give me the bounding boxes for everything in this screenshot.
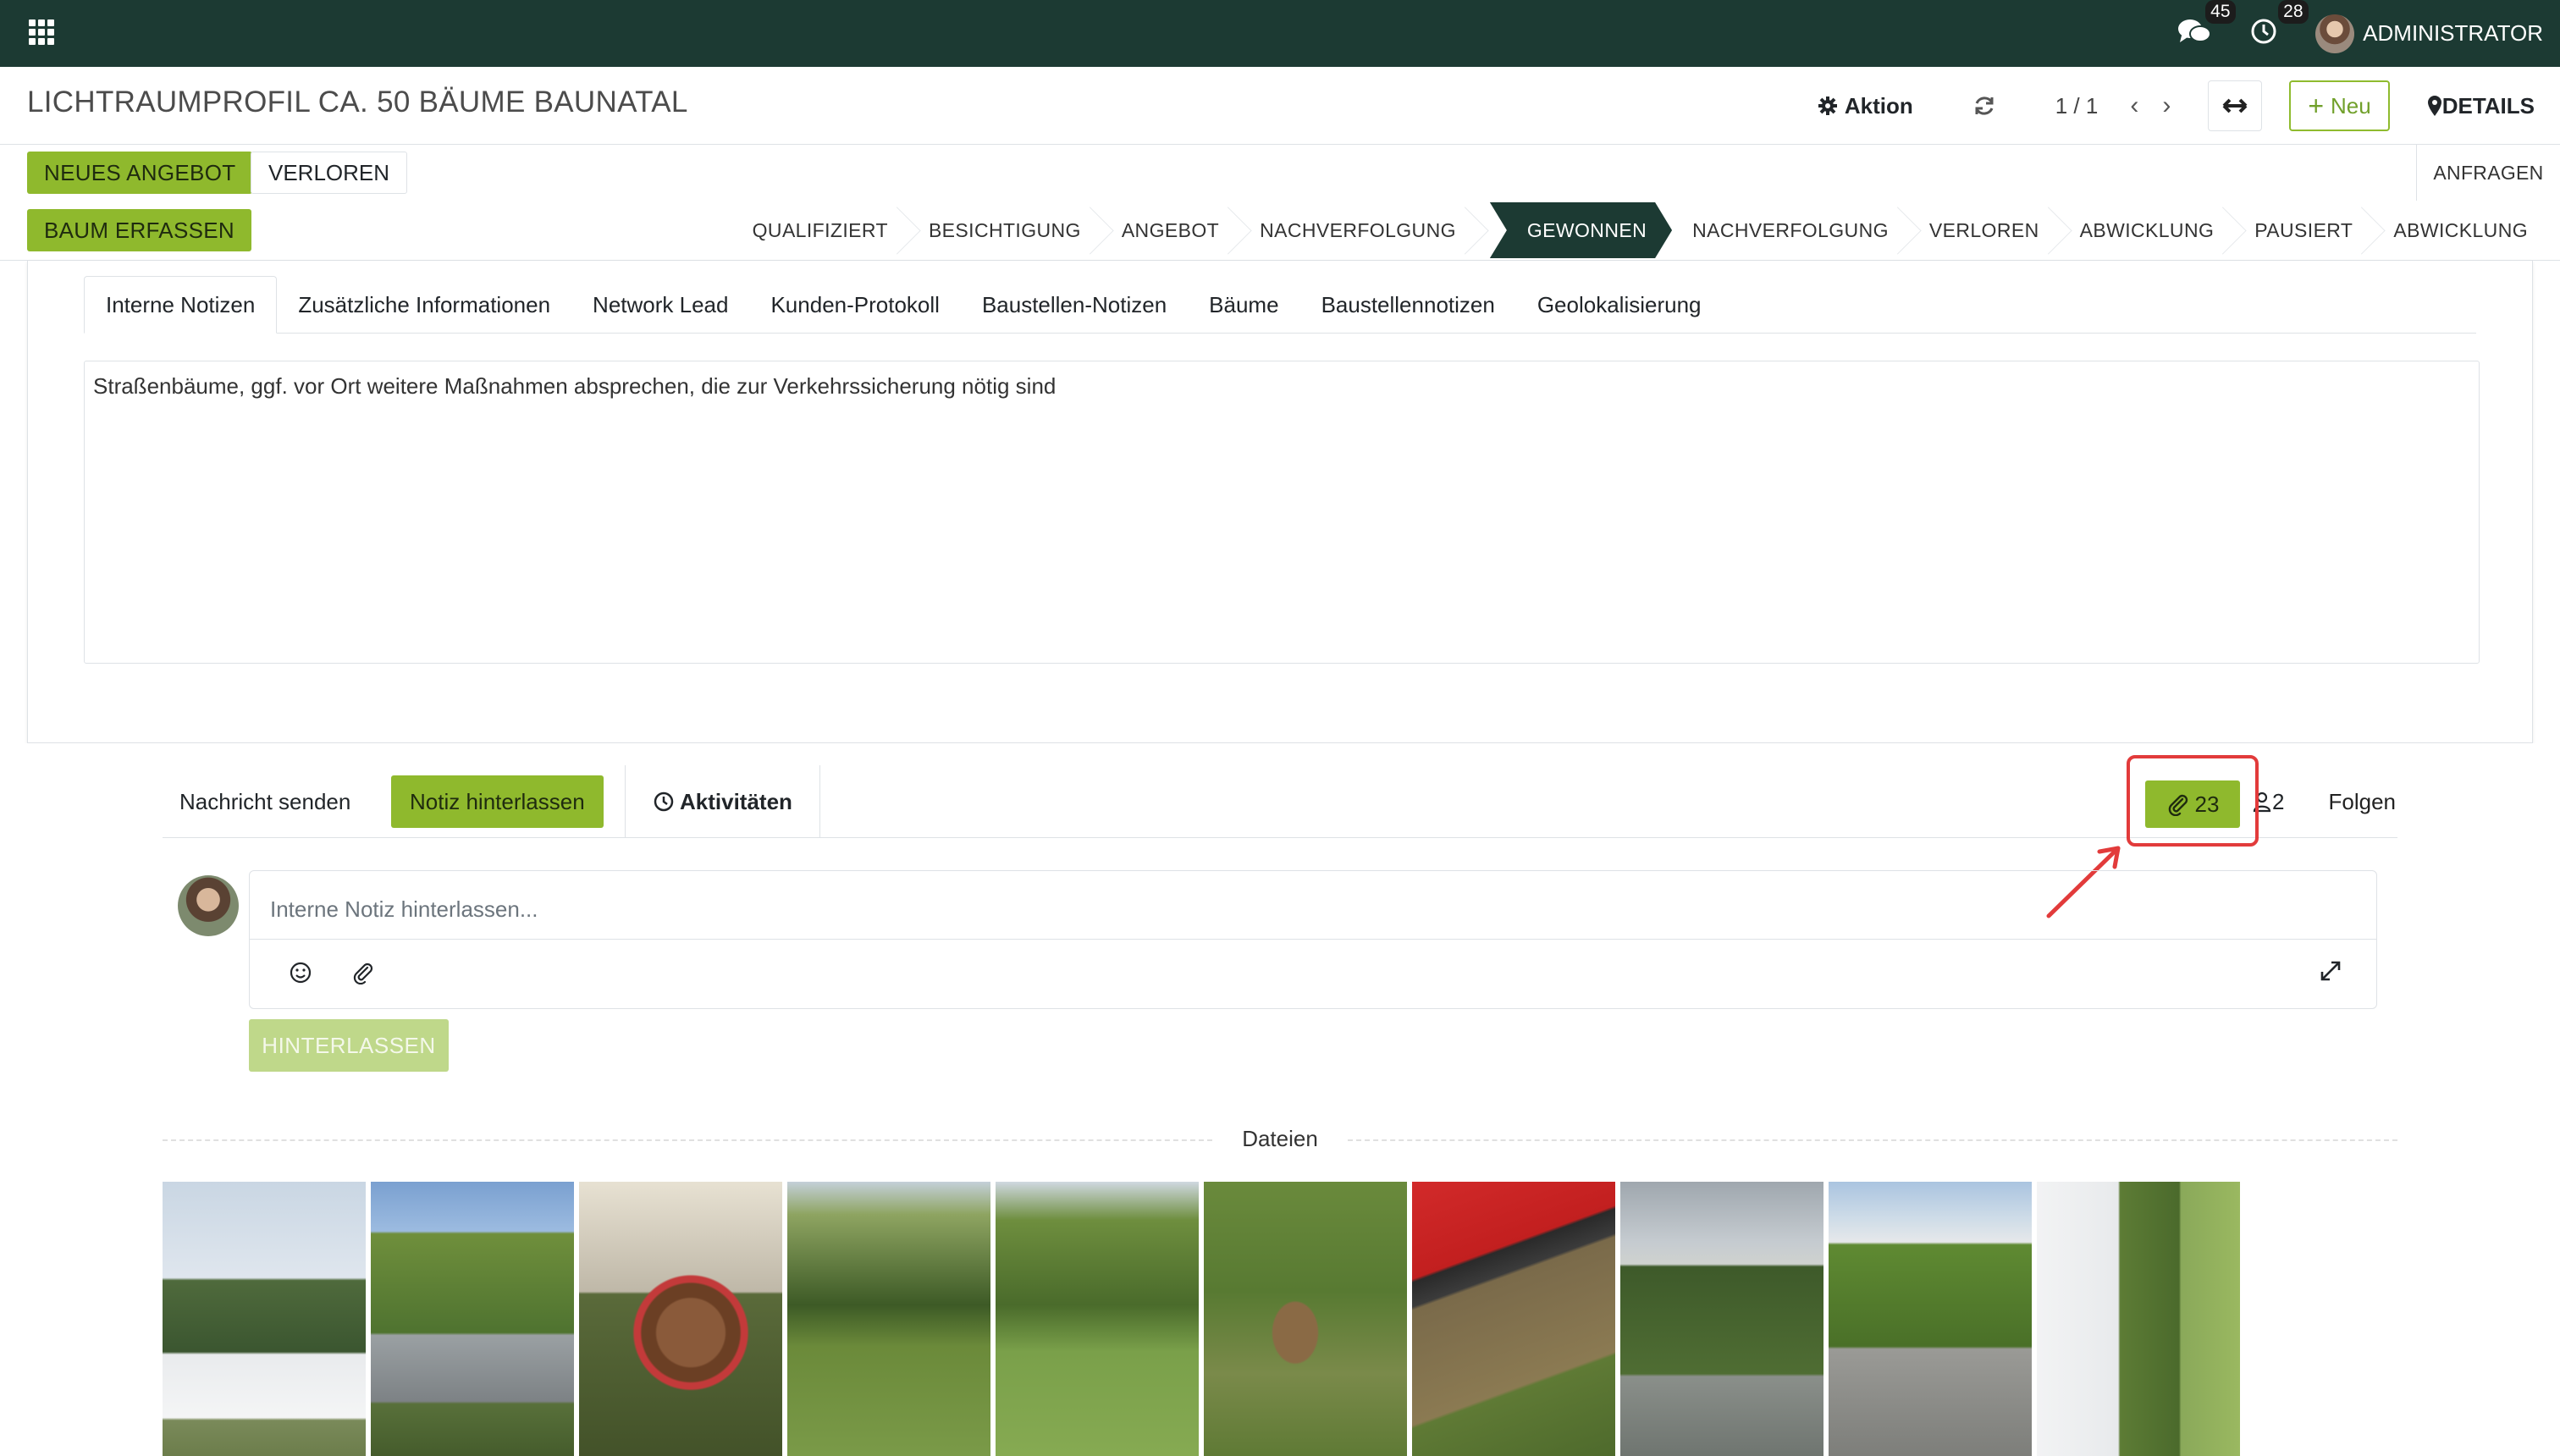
tab-internal-notes[interactable]: Interne Notizen: [84, 276, 278, 334]
attachment-thumbnail[interactable]: [787, 1182, 990, 1456]
clock-icon: [2251, 19, 2276, 44]
activities-systray[interactable]: 28: [2249, 0, 2309, 50]
attachment-thumbnail[interactable]: [1204, 1182, 1407, 1456]
new-offer-button[interactable]: NEUES ANGEBOT: [27, 152, 253, 194]
details-label: DETAILS: [2441, 92, 2535, 119]
composer-divider: [250, 939, 2376, 940]
emoji-icon[interactable]: [289, 961, 312, 984]
chat-icon: [2178, 19, 2212, 42]
new-label: Neu: [2331, 92, 2371, 119]
form-sheet: Interne Notizen Zusätzliche Informatione…: [27, 261, 2533, 743]
pager-previous-icon[interactable]: ‹: [2130, 91, 2138, 120]
activities-button[interactable]: Aktivitäten: [625, 765, 820, 838]
stage-processing-2[interactable]: ABWICKLUNG: [2373, 202, 2548, 258]
messages-systray[interactable]: 45: [2177, 0, 2236, 50]
tab-additional-info[interactable]: Zusätzliche Informationen: [277, 276, 571, 334]
send-message-button[interactable]: Nachricht senden: [179, 765, 350, 838]
internal-notes-field[interactable]: Straßenbäume, ggf. vor Ort weitere Maßna…: [84, 361, 2480, 664]
activities-label: Aktivitäten: [680, 788, 792, 814]
stage-won[interactable]: GEWONNEN: [1490, 202, 1672, 258]
arrows-horizontal-icon: [2222, 98, 2248, 113]
followers-count: 2: [2272, 788, 2285, 814]
map-marker-icon: [2427, 96, 2441, 116]
stage-pipeline: QUALIFIZIERT BESICHTIGUNG ANGEBOT NACHVE…: [732, 202, 2548, 258]
plus-icon: +: [2308, 90, 2324, 121]
action-menu-button[interactable]: Aktion: [1818, 93, 1913, 119]
composer: Interne Notiz hinterlassen...: [249, 870, 2377, 1009]
gear-icon: [1818, 97, 1837, 115]
pager-value[interactable]: 1 / 1: [2055, 93, 2099, 119]
tab-customer-log[interactable]: Kunden-Protokoll: [749, 276, 960, 334]
messages-badge: 45: [2205, 0, 2236, 24]
attachment-thumbnail[interactable]: [163, 1182, 366, 1456]
paperclip-icon[interactable]: [351, 961, 375, 984]
page-title: LICHTRAUMPROFIL CA. 50 BÄUME BAUNATAL: [27, 85, 688, 119]
separator-line: [1348, 1139, 2397, 1141]
annotation-highlight-box: [2127, 755, 2259, 847]
stage-qualified[interactable]: QUALIFIZIERT: [732, 202, 908, 258]
fullscreen-icon[interactable]: [2319, 959, 2342, 983]
tab-site-notes[interactable]: Baustellen-Notizen: [961, 276, 1188, 334]
avatar: [178, 875, 239, 936]
stage-follow-up[interactable]: NACHVERFOLGUNG: [1239, 202, 1476, 258]
capture-tree-button[interactable]: BAUM ERFASSEN: [27, 209, 251, 251]
attachment-thumbnail[interactable]: [1620, 1182, 1823, 1456]
details-button[interactable]: DETAILS: [2427, 93, 2535, 119]
stage-processing[interactable]: ABWICKLUNG: [2060, 202, 2235, 258]
files-separator: Dateien: [163, 1122, 2397, 1156]
tab-geolocation[interactable]: Geolokalisierung: [1516, 276, 1723, 334]
log-note-button[interactable]: Notiz hinterlassen: [391, 775, 604, 828]
new-record-button[interactable]: + Neu: [2289, 80, 2390, 131]
stage-follow-up-2[interactable]: NACHVERFOLGUNG: [1672, 202, 1909, 258]
tab-network-lead[interactable]: Network Lead: [571, 276, 749, 334]
statusbar: NEUES ANGEBOT VERLOREN BAUM ERFASSEN ANF…: [0, 145, 2560, 261]
user-name: ADMINISTRATOR: [2363, 20, 2543, 46]
attachment-thumbnail[interactable]: [996, 1182, 1199, 1456]
note-composer-input[interactable]: Interne Notiz hinterlassen...: [270, 896, 538, 923]
attachment-thumbnail[interactable]: [1412, 1182, 1615, 1456]
apps-grid-icon[interactable]: [29, 19, 54, 45]
attachment-thumbnail[interactable]: [371, 1182, 574, 1456]
stage-offer[interactable]: ANGEBOT: [1101, 202, 1239, 258]
tab-trees[interactable]: Bäume: [1188, 276, 1299, 334]
requests-smart-button[interactable]: ANFRAGEN: [2416, 145, 2560, 201]
submit-note-button[interactable]: HINTERLASSEN: [249, 1019, 449, 1072]
follow-button[interactable]: Folgen: [2329, 765, 2397, 838]
attachment-thumbnail[interactable]: [1829, 1182, 2032, 1456]
stage-inspection[interactable]: BESICHTIGUNG: [908, 202, 1101, 258]
stage-paused[interactable]: PAUSIERT: [2234, 202, 2373, 258]
files-label: Dateien: [1242, 1126, 1318, 1151]
action-label: Aktion: [1844, 92, 1913, 119]
tab-site-notes-2[interactable]: Baustellennotizen: [1300, 276, 1516, 334]
stage-lost[interactable]: VERLOREN: [1909, 202, 2060, 258]
chatter-topbar: Nachricht senden Notiz hinterlassen Akti…: [163, 765, 2397, 838]
separator-line: [163, 1139, 1212, 1141]
top-navbar: 45 28 ADMINISTRATOR: [0, 0, 2560, 67]
attachment-thumbnail[interactable]: [2037, 1182, 2240, 1456]
user-menu[interactable]: ADMINISTRATOR: [2315, 14, 2543, 53]
pager-next-icon[interactable]: ›: [2162, 91, 2171, 120]
avatar: [2315, 14, 2355, 53]
mark-lost-button[interactable]: VERLOREN: [251, 152, 408, 194]
activities-badge: 28: [2278, 0, 2309, 24]
attachment-thumbnails: [163, 1182, 2245, 1456]
expand-width-button[interactable]: [2208, 80, 2263, 131]
refresh-icon[interactable]: [1972, 94, 1996, 118]
attachment-thumbnail[interactable]: [579, 1182, 782, 1456]
control-panel: LICHTRAUMPROFIL CA. 50 BÄUME BAUNATAL Ak…: [0, 67, 2560, 145]
notebook-tabs: Interne Notizen Zusätzliche Informatione…: [84, 276, 2476, 334]
clock-icon: [654, 791, 674, 812]
